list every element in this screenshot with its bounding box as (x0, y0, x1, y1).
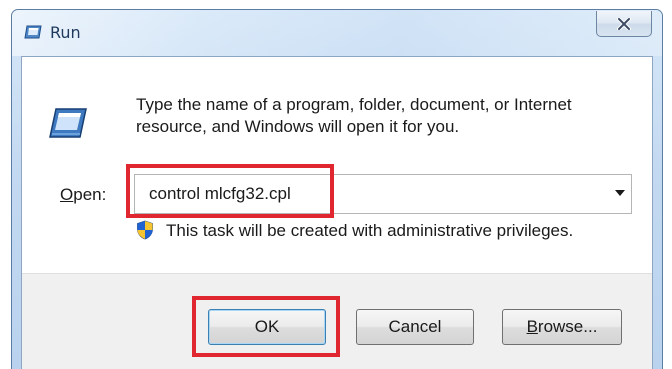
open-label: Open: (60, 185, 106, 205)
close-icon (617, 17, 631, 30)
dialog-description: Type the name of a program, folder, docu… (136, 95, 572, 136)
admin-privileges-note: This task will be created with administr… (166, 221, 574, 240)
ok-button[interactable]: OK (208, 309, 326, 345)
browse-accelerator: B (526, 317, 538, 336)
dropdown-arrow-icon[interactable] (615, 190, 625, 196)
run-icon (24, 25, 42, 39)
dialog-client-area: Type the name of a program, folder, docu… (21, 56, 653, 369)
close-button[interactable] (596, 11, 652, 37)
window-title: Run (50, 23, 81, 42)
open-label-text: pen: (73, 185, 107, 204)
uac-shield-icon (137, 220, 153, 240)
browse-label: rowse... (537, 317, 598, 336)
cancel-button[interactable]: Cancel (356, 309, 474, 345)
open-combobox[interactable] (134, 174, 632, 214)
command-input[interactable] (135, 175, 595, 213)
title-bar[interactable]: Run (12, 10, 662, 56)
run-icon (49, 108, 87, 138)
screenshot-stage: Run Type the name of a program, folder, … (0, 0, 672, 369)
open-label-accelerator: O (60, 185, 74, 204)
browse-button[interactable]: Browse... (502, 309, 622, 345)
run-dialog-window: Run Type the name of a program, folder, … (11, 9, 663, 369)
